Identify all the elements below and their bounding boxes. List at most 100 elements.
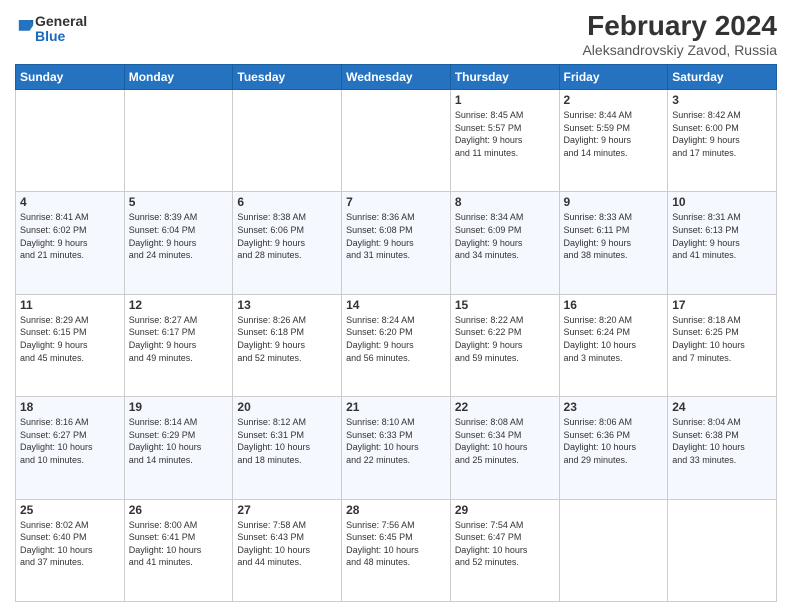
calendar-cell <box>124 90 233 192</box>
day-info: Sunrise: 8:26 AM Sunset: 6:18 PM Dayligh… <box>237 314 337 364</box>
calendar-subtitle: Aleksandrovskiy Zavod, Russia <box>582 42 777 58</box>
calendar-cell: 21Sunrise: 8:10 AM Sunset: 6:33 PM Dayli… <box>342 397 451 499</box>
day-info: Sunrise: 8:22 AM Sunset: 6:22 PM Dayligh… <box>455 314 555 364</box>
calendar-cell: 20 Sunrise: 8:12 AM Sunset: 6:31 PM Dayli… <box>233 397 342 499</box>
day-header-wednesday: Wednesday <box>342 65 451 90</box>
calendar-cell: 5 Sunrise: 8:39 AM Sunset: 6:04 PM Daylig… <box>124 192 233 294</box>
day-number: 17 <box>672 298 772 312</box>
calendar-cell: 25Sunrise: 8:02 AM Sunset: 6:40 PM Dayli… <box>16 499 125 601</box>
calendar-table: SundayMondayTuesdayWednesdayThursdayFrid… <box>15 64 777 602</box>
header: General Blue February 2024 Aleksandrovsk… <box>15 10 777 58</box>
logo-icon <box>17 18 35 40</box>
calendar-title: February 2024 <box>582 10 777 42</box>
day-number: 23 <box>564 400 664 414</box>
day-info: Sunrise: 8:12 AM Sunset: 6:31 PM Dayligh… <box>237 416 337 466</box>
day-number: 14 <box>346 298 446 312</box>
day-number: 24 <box>672 400 772 414</box>
calendar-cell <box>342 90 451 192</box>
calendar-cell: 9 Sunrise: 8:33 AM Sunset: 6:11 PM Daylig… <box>559 192 668 294</box>
day-number: 12 <box>129 298 229 312</box>
calendar-week-4: 18 Sunrise: 8:16 AM Sunset: 6:27 PM Dayli… <box>16 397 777 499</box>
day-info: Sunrise: 8:36 AM Sunset: 6:08 PM Dayligh… <box>346 211 446 261</box>
day-info: Sunrise: 8:41 AM Sunset: 6:02 PM Dayligh… <box>20 211 120 261</box>
calendar-cell: 28 Sunrise: 7:56 AM Sunset: 6:45 PM Dayli… <box>342 499 451 601</box>
day-info: Sunrise: 8:14 AM Sunset: 6:29 PM Dayligh… <box>129 416 229 466</box>
day-info: Sunrise: 8:20 AM Sunset: 6:24 PM Dayligh… <box>564 314 664 364</box>
day-number: 7 <box>346 195 446 209</box>
title-block: February 2024 Aleksandrovskiy Zavod, Rus… <box>582 10 777 58</box>
day-number: 13 <box>237 298 337 312</box>
calendar-cell: 4 Sunrise: 8:41 AM Sunset: 6:02 PM Daylig… <box>16 192 125 294</box>
day-info: Sunrise: 8:24 AM Sunset: 6:20 PM Dayligh… <box>346 314 446 364</box>
calendar-cell <box>668 499 777 601</box>
day-info: Sunrise: 8:16 AM Sunset: 6:27 PM Dayligh… <box>20 416 120 466</box>
day-info: Sunrise: 8:06 AM Sunset: 6:36 PM Dayligh… <box>564 416 664 466</box>
calendar-week-1: 1Sunrise: 8:45 AM Sunset: 5:57 PM Daylig… <box>16 90 777 192</box>
day-number: 9 <box>564 195 664 209</box>
day-info: Sunrise: 8:27 AM Sunset: 6:17 PM Dayligh… <box>129 314 229 364</box>
day-info: Sunrise: 8:04 AM Sunset: 6:38 PM Dayligh… <box>672 416 772 466</box>
calendar-cell: 24 Sunrise: 8:04 AM Sunset: 6:38 PM Dayli… <box>668 397 777 499</box>
day-number: 3 <box>672 93 772 107</box>
day-number: 16 <box>564 298 664 312</box>
day-number: 8 <box>455 195 555 209</box>
day-number: 1 <box>455 93 555 107</box>
calendar-week-3: 11Sunrise: 8:29 AM Sunset: 6:15 PM Dayli… <box>16 294 777 396</box>
calendar-week-5: 25Sunrise: 8:02 AM Sunset: 6:40 PM Dayli… <box>16 499 777 601</box>
day-header-sunday: Sunday <box>16 65 125 90</box>
day-number: 10 <box>672 195 772 209</box>
day-info: Sunrise: 8:18 AM Sunset: 6:25 PM Dayligh… <box>672 314 772 364</box>
day-info: Sunrise: 8:08 AM Sunset: 6:34 PM Dayligh… <box>455 416 555 466</box>
calendar-cell: 8 Sunrise: 8:34 AM Sunset: 6:09 PM Daylig… <box>450 192 559 294</box>
day-info: Sunrise: 8:38 AM Sunset: 6:06 PM Dayligh… <box>237 211 337 261</box>
calendar-cell: 6 Sunrise: 8:38 AM Sunset: 6:06 PM Daylig… <box>233 192 342 294</box>
calendar-cell: 12 Sunrise: 8:27 AM Sunset: 6:17 PM Dayli… <box>124 294 233 396</box>
day-info: Sunrise: 8:00 AM Sunset: 6:41 PM Dayligh… <box>129 519 229 569</box>
day-number: 20 <box>237 400 337 414</box>
day-number: 2 <box>564 93 664 107</box>
day-number: 29 <box>455 503 555 517</box>
day-number: 28 <box>346 503 446 517</box>
day-info: Sunrise: 8:29 AM Sunset: 6:15 PM Dayligh… <box>20 314 120 364</box>
day-number: 26 <box>129 503 229 517</box>
calendar-header-row: SundayMondayTuesdayWednesdayThursdayFrid… <box>16 65 777 90</box>
calendar-cell: 15 Sunrise: 8:22 AM Sunset: 6:22 PM Dayli… <box>450 294 559 396</box>
calendar-cell: 23 Sunrise: 8:06 AM Sunset: 6:36 PM Dayli… <box>559 397 668 499</box>
calendar-cell: 2 Sunrise: 8:44 AM Sunset: 5:59 PM Daylig… <box>559 90 668 192</box>
day-number: 22 <box>455 400 555 414</box>
calendar-cell: 7 Sunrise: 8:36 AM Sunset: 6:08 PM Daylig… <box>342 192 451 294</box>
day-header-saturday: Saturday <box>668 65 777 90</box>
day-header-thursday: Thursday <box>450 65 559 90</box>
calendar-cell: 1Sunrise: 8:45 AM Sunset: 5:57 PM Daylig… <box>450 90 559 192</box>
day-info: Sunrise: 8:44 AM Sunset: 5:59 PM Dayligh… <box>564 109 664 159</box>
logo: General Blue <box>15 14 87 45</box>
day-info: Sunrise: 8:33 AM Sunset: 6:11 PM Dayligh… <box>564 211 664 261</box>
day-number: 15 <box>455 298 555 312</box>
day-info: Sunrise: 8:39 AM Sunset: 6:04 PM Dayligh… <box>129 211 229 261</box>
day-number: 4 <box>20 195 120 209</box>
calendar-cell: 29 Sunrise: 7:54 AM Sunset: 6:47 PM Dayli… <box>450 499 559 601</box>
logo-general-text: General <box>35 14 87 29</box>
day-info: Sunrise: 8:31 AM Sunset: 6:13 PM Dayligh… <box>672 211 772 261</box>
day-header-friday: Friday <box>559 65 668 90</box>
calendar-cell: 14 Sunrise: 8:24 AM Sunset: 6:20 PM Dayli… <box>342 294 451 396</box>
day-number: 5 <box>129 195 229 209</box>
day-number: 18 <box>20 400 120 414</box>
calendar-cell: 10 Sunrise: 8:31 AM Sunset: 6:13 PM Dayli… <box>668 192 777 294</box>
day-number: 6 <box>237 195 337 209</box>
logo-text: General Blue <box>35 14 87 45</box>
calendar-cell <box>559 499 668 601</box>
calendar-cell: 16 Sunrise: 8:20 AM Sunset: 6:24 PM Dayli… <box>559 294 668 396</box>
calendar-cell <box>16 90 125 192</box>
logo-blue-text: Blue <box>35 29 87 44</box>
day-info: Sunrise: 8:34 AM Sunset: 6:09 PM Dayligh… <box>455 211 555 261</box>
calendar-week-2: 4 Sunrise: 8:41 AM Sunset: 6:02 PM Daylig… <box>16 192 777 294</box>
page: General Blue February 2024 Aleksandrovsk… <box>0 0 792 612</box>
day-info: Sunrise: 7:54 AM Sunset: 6:47 PM Dayligh… <box>455 519 555 569</box>
calendar-cell: 19 Sunrise: 8:14 AM Sunset: 6:29 PM Dayli… <box>124 397 233 499</box>
calendar-cell: 22 Sunrise: 8:08 AM Sunset: 6:34 PM Dayli… <box>450 397 559 499</box>
day-info: Sunrise: 8:42 AM Sunset: 6:00 PM Dayligh… <box>672 109 772 159</box>
day-number: 19 <box>129 400 229 414</box>
calendar-cell: 26 Sunrise: 8:00 AM Sunset: 6:41 PM Dayli… <box>124 499 233 601</box>
day-info: Sunrise: 7:56 AM Sunset: 6:45 PM Dayligh… <box>346 519 446 569</box>
